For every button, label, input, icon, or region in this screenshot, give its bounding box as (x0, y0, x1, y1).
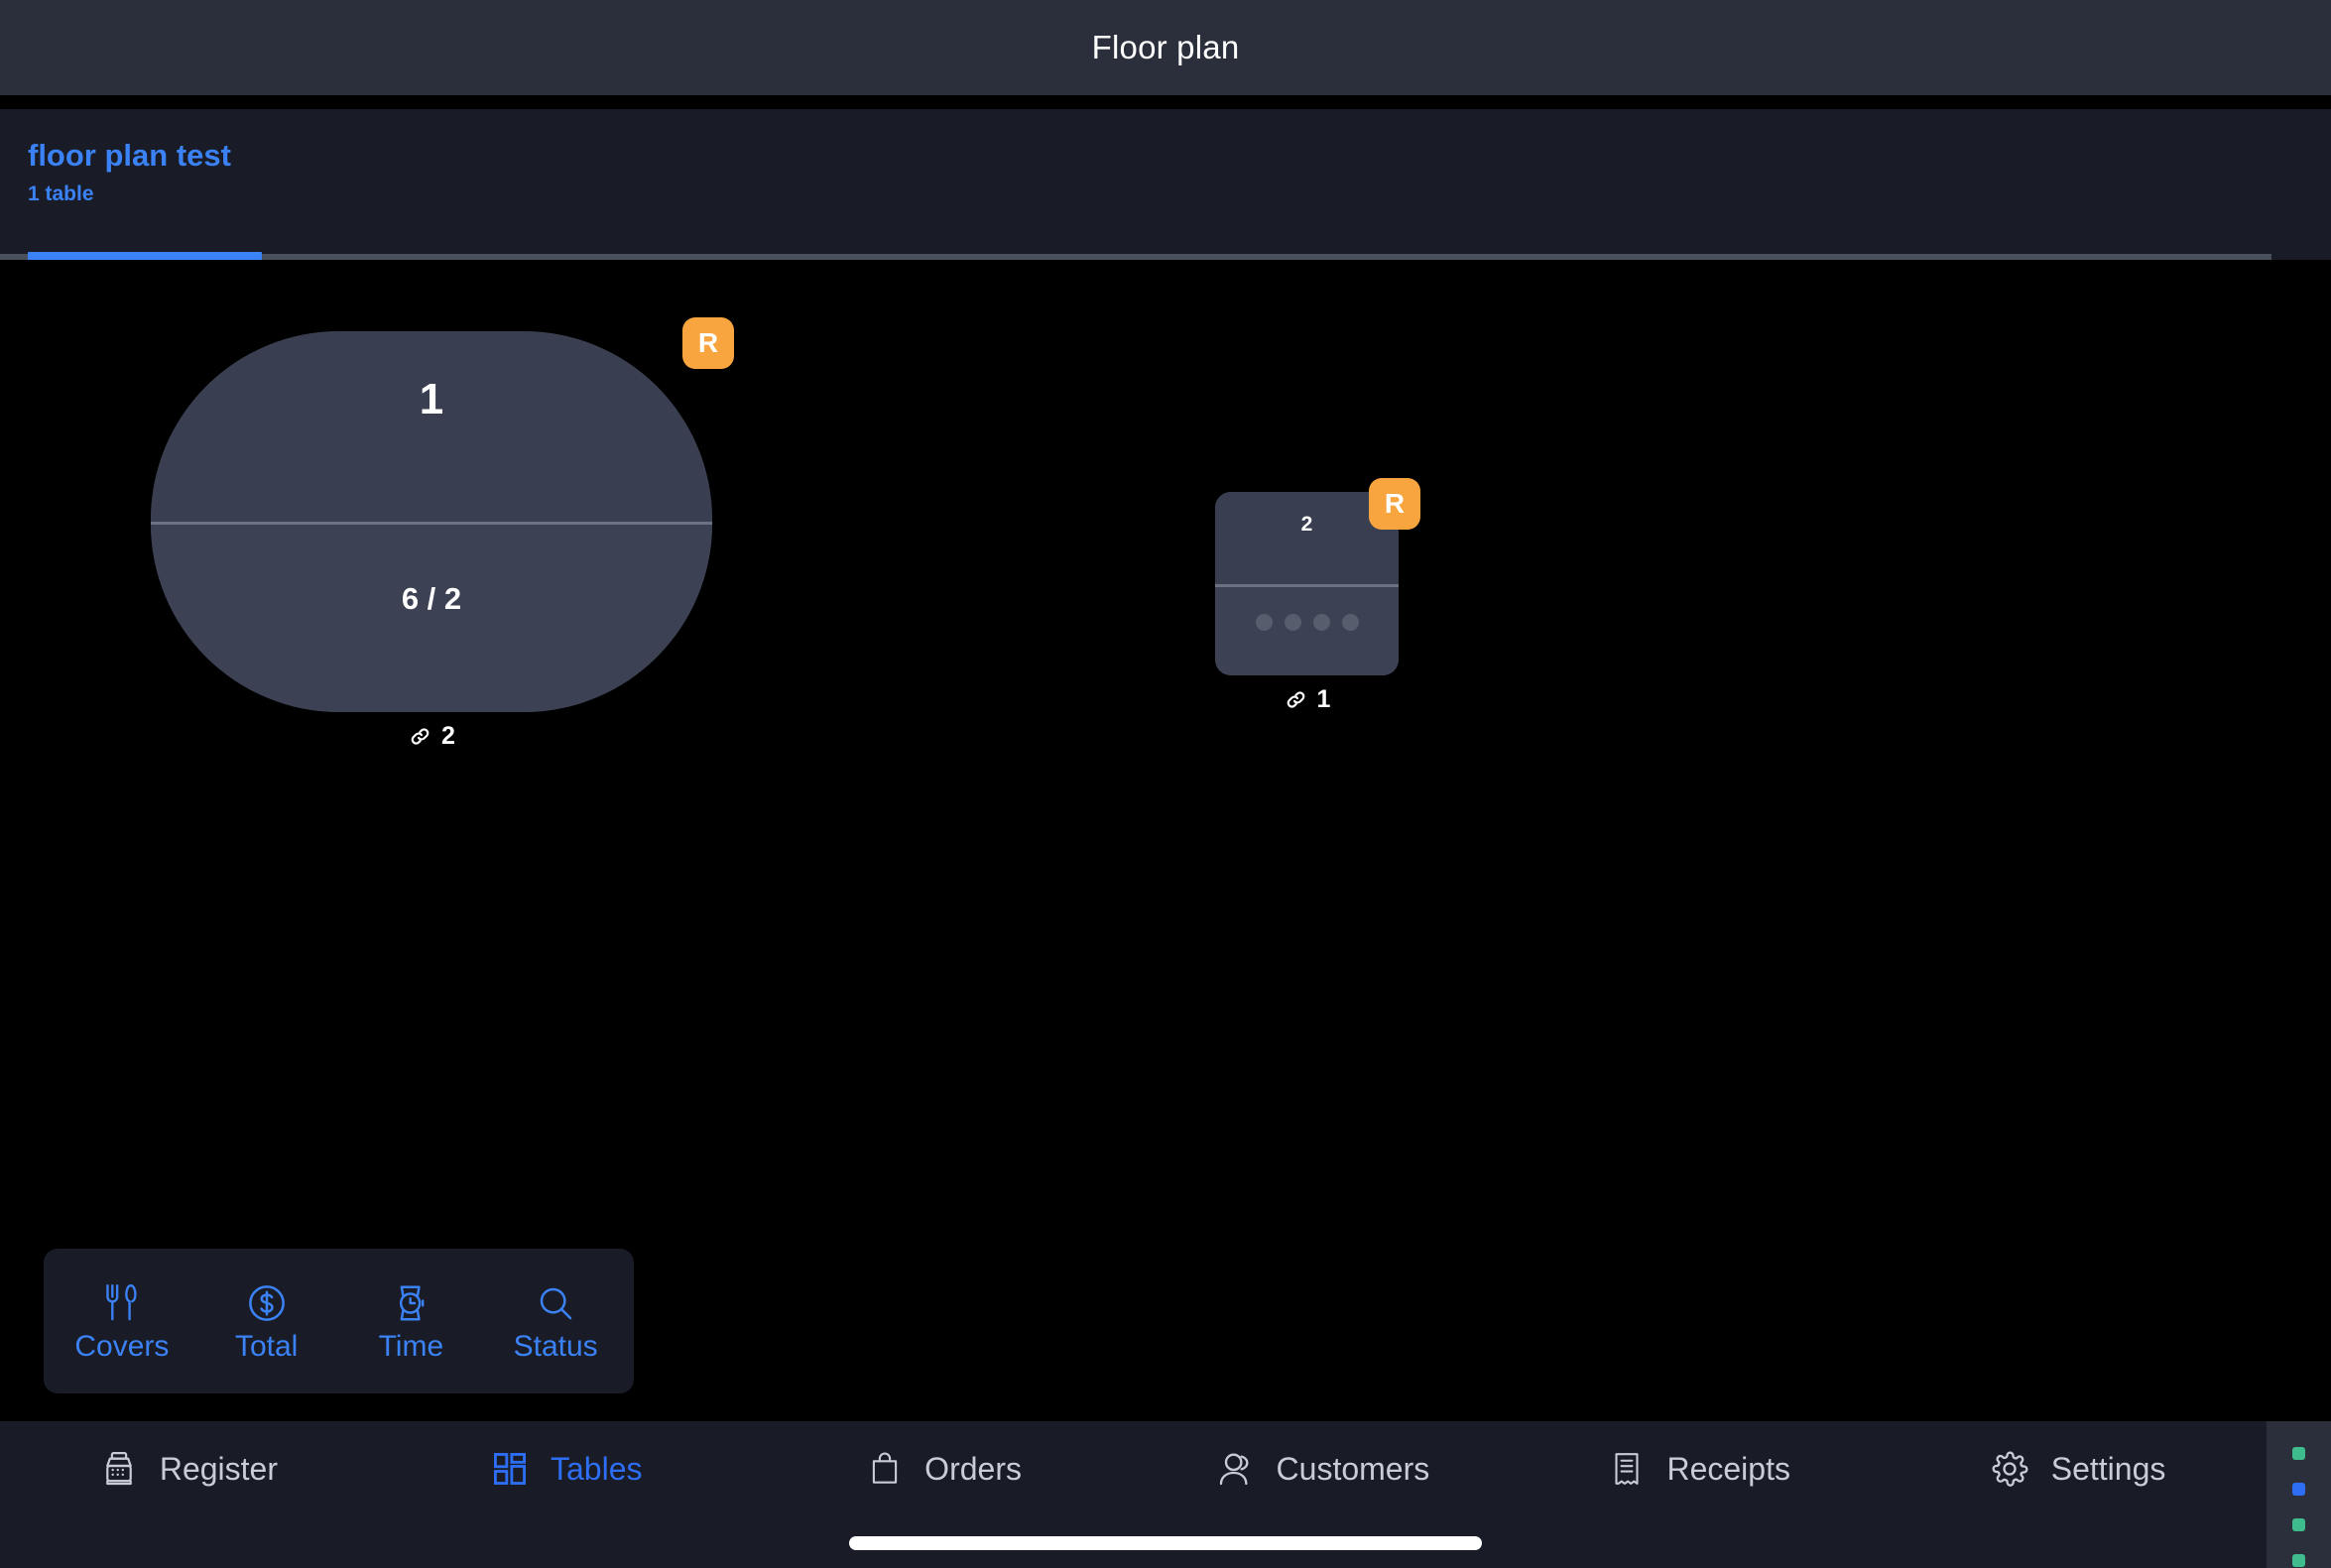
receipt-icon (1609, 1449, 1645, 1489)
title-bar: Floor plan (0, 0, 2331, 95)
nav-item-tables-label: Tables (550, 1450, 643, 1487)
floor-plan-tab-strip: floor plan test 1 table (0, 109, 2331, 260)
filter-time[interactable]: Time (339, 1280, 484, 1362)
page-title: Floor plan (1091, 29, 1240, 65)
floor-plan-table-2[interactable]: 2 R 1 (1215, 478, 1420, 713)
nav-item-receipts[interactable]: Receipts (1511, 1421, 1889, 1516)
table-1-status-badge[interactable]: R (682, 317, 734, 369)
status-dot (2292, 1483, 2305, 1496)
utensils-icon (102, 1280, 142, 1326)
home-indicator[interactable] (849, 1536, 1482, 1550)
filter-total-label: Total (234, 1330, 299, 1363)
table-1-body[interactable]: 1 6 / 2 (151, 331, 712, 712)
nav-item-settings-label: Settings (2050, 1450, 2166, 1487)
table-1-bottom-half (151, 522, 712, 712)
nav-item-tables[interactable]: Tables (378, 1421, 756, 1516)
table-1-top-half (151, 331, 712, 522)
status-indicator-rail (2267, 1421, 2331, 1568)
status-dot (2292, 1554, 2305, 1567)
filter-covers[interactable]: Covers (50, 1280, 194, 1362)
seat-dot (1255, 614, 1273, 631)
table-2-link-count: 1 (1215, 685, 1399, 714)
table-2-divider (1215, 583, 1399, 587)
table-2-status-badge[interactable]: R (1369, 478, 1420, 530)
table-1-link-count: 2 (151, 722, 712, 751)
table-1-covers: 6 / 2 (401, 581, 462, 616)
table-2-seat-dots (1215, 614, 1399, 631)
floor-plan-table-1[interactable]: 1 6 / 2 R 2 (151, 317, 734, 750)
dollar-circle-icon (246, 1280, 288, 1326)
seat-dot (1284, 614, 1301, 631)
table-1-divider (151, 522, 712, 525)
tab-strip-rule (0, 254, 2271, 260)
filter-time-label: Time (378, 1330, 444, 1363)
nav-item-customers-label: Customers (1276, 1450, 1430, 1487)
status-dot (2292, 1447, 2305, 1460)
tab-active-indicator (28, 252, 262, 260)
watch-timer-icon (390, 1280, 431, 1326)
nav-item-register-label: Register (159, 1450, 278, 1487)
link-icon (1284, 687, 1308, 712)
tab-floor-plan-test[interactable]: floor plan test 1 table (28, 109, 231, 260)
nav-item-receipts-label: Receipts (1666, 1450, 1790, 1487)
filter-status-label: Status (513, 1330, 598, 1363)
search-icon (536, 1280, 575, 1326)
floor-plan-screen: Floor plan floor plan test 1 table 1 6 /… (0, 0, 2331, 1568)
cash-register-icon (100, 1449, 138, 1489)
tab-table-count: 1 table (28, 182, 94, 206)
nav-item-register[interactable]: Register (0, 1421, 378, 1516)
filter-covers-label: Covers (74, 1330, 170, 1363)
seat-dot (1341, 614, 1359, 631)
filter-total[interactable]: Total (194, 1280, 339, 1362)
title-bar-separator (0, 95, 2331, 109)
table-1-link-count-value: 2 (441, 722, 455, 750)
table-filter-bar: Covers Total Time Status (44, 1249, 634, 1393)
floor-plan-canvas[interactable]: 1 6 / 2 R 2 2 R 1 (0, 260, 2331, 1421)
status-dot (2292, 1518, 2305, 1531)
link-icon (408, 724, 432, 749)
seat-dot (1312, 614, 1330, 631)
nav-item-settings[interactable]: Settings (1889, 1421, 2267, 1516)
grid-tables-icon (491, 1450, 529, 1488)
table-1-number: 1 (419, 375, 444, 423)
tab-label: floor plan test (28, 138, 231, 173)
table-2-link-count-value: 1 (1316, 685, 1331, 713)
nav-item-customers[interactable]: Customers (1133, 1421, 1511, 1516)
gear-icon (1990, 1449, 2029, 1489)
nav-item-orders[interactable]: Orders (756, 1421, 1134, 1516)
filter-status[interactable]: Status (483, 1280, 628, 1362)
person-icon (1215, 1449, 1255, 1489)
nav-item-orders-label: Orders (924, 1450, 1022, 1487)
shopping-bag-icon (867, 1449, 903, 1489)
